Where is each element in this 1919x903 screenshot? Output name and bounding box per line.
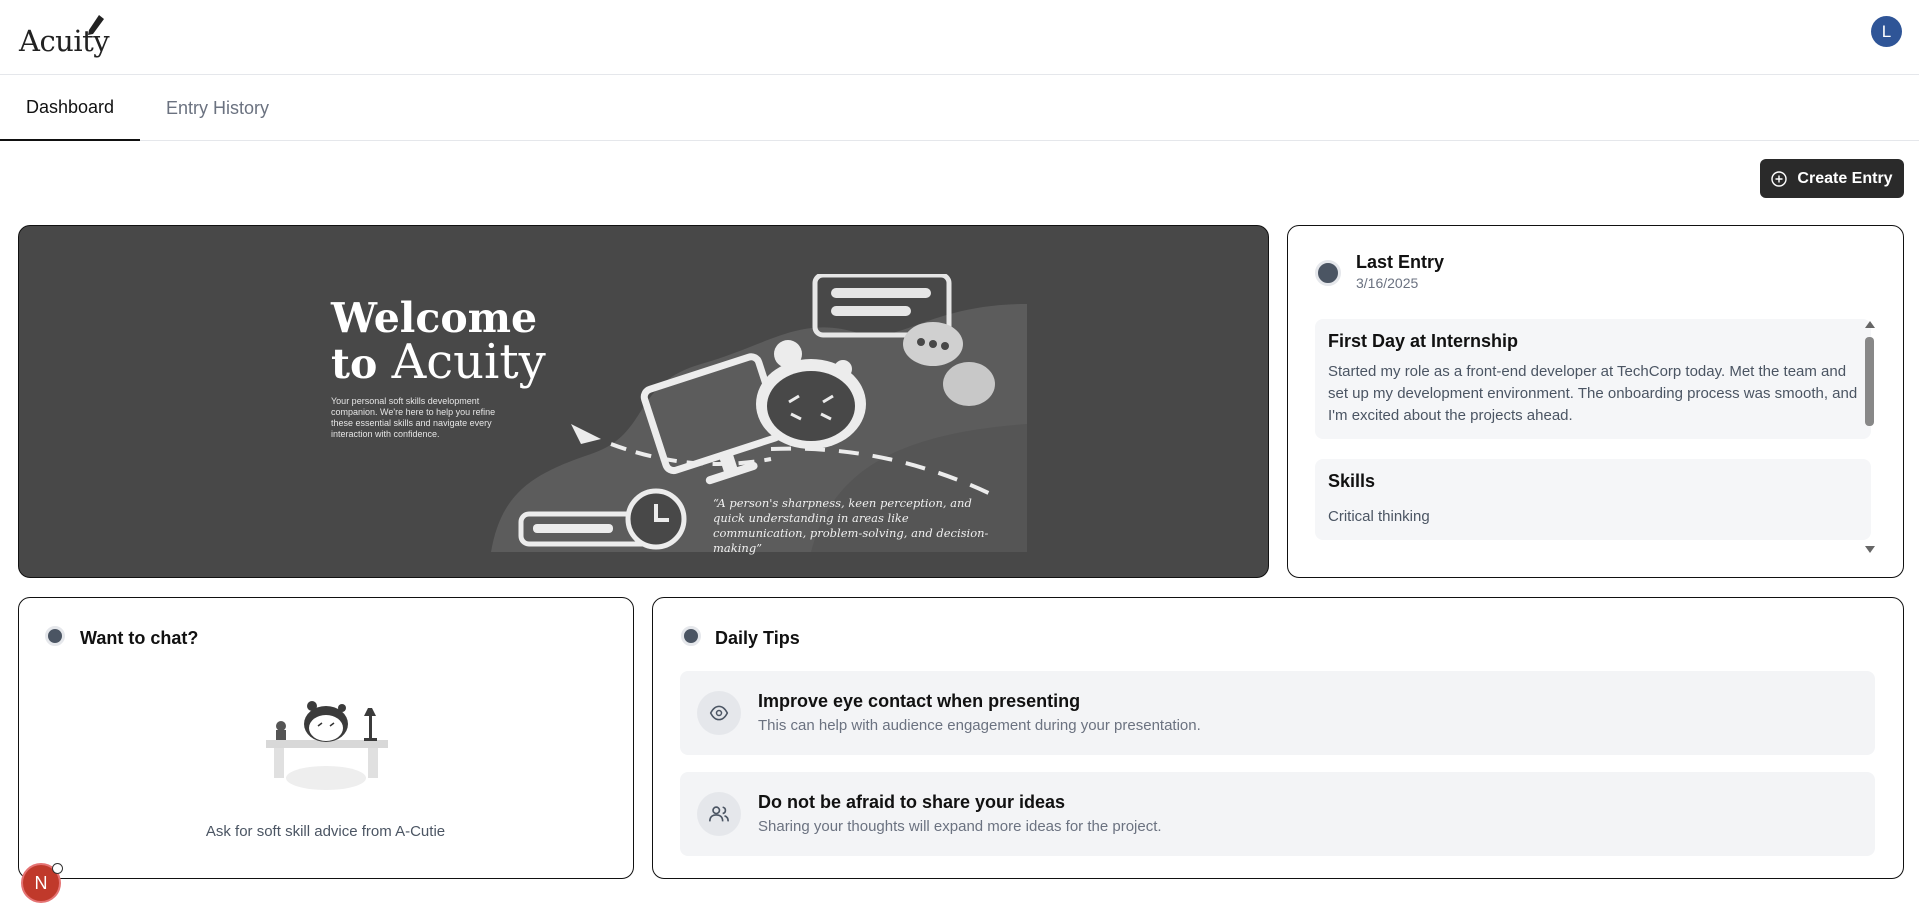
tab-entry-history[interactable]: Entry History bbox=[166, 75, 269, 141]
chat-title: Want to chat? bbox=[80, 628, 199, 648]
scroll-up-arrow-icon[interactable] bbox=[1865, 321, 1875, 328]
tip-title: Improve eye contact when presenting bbox=[758, 691, 1081, 711]
create-entry-button[interactable]: Create Entry bbox=[1760, 159, 1904, 198]
entry-title: First Day at Internship bbox=[1328, 331, 1519, 351]
user-avatar[interactable]: L bbox=[1871, 16, 1902, 47]
tip-description: Sharing your thoughts will expand more i… bbox=[758, 818, 1162, 835]
top-bar: Acuity L bbox=[0, 0, 1919, 75]
daily-tips-card: Daily Tips Improve eye contact when pres… bbox=[652, 597, 1904, 879]
tips-status-dot bbox=[681, 626, 701, 646]
entry-body: Started my role as a front-end developer… bbox=[1328, 363, 1858, 424]
last-entry-scroll-area[interactable]: First Day at Internship Started my role … bbox=[1315, 319, 1871, 553]
last-entry-status-dot bbox=[1315, 260, 1341, 286]
pen-icon bbox=[88, 15, 104, 35]
tip-item: Improve eye contact when presenting This… bbox=[680, 671, 1875, 755]
chat-card[interactable]: Want to chat? Ask for soft skill advice … bbox=[18, 597, 634, 879]
tips-title: Daily Tips bbox=[715, 628, 800, 648]
main-tabs: Dashboard Entry History bbox=[0, 75, 1919, 141]
hero-description: Your personal soft skills development co… bbox=[331, 396, 496, 439]
skill-item: Critical thinking bbox=[1328, 508, 1430, 525]
chat-status-dot bbox=[45, 626, 65, 646]
last-entry-date: 3/16/2025 bbox=[1356, 275, 1419, 291]
acuity-logo[interactable]: Acuity bbox=[19, 14, 111, 60]
entry-skills: Skills Critical thinking bbox=[1315, 459, 1871, 540]
create-entry-label: Create Entry bbox=[1797, 169, 1893, 187]
users-icon bbox=[697, 792, 741, 836]
tip-title: Do not be afraid to share your ideas bbox=[758, 792, 1066, 812]
tab-dashboard[interactable]: Dashboard bbox=[0, 75, 140, 141]
last-entry-title: Last Entry bbox=[1356, 252, 1445, 272]
eye-icon bbox=[697, 691, 741, 735]
scroll-down-arrow-icon[interactable] bbox=[1865, 546, 1875, 553]
hero-title-brand: to Acuity bbox=[331, 334, 546, 390]
scrollbar[interactable] bbox=[1863, 321, 1875, 553]
tip-item: Do not be afraid to share your ideas Sha… bbox=[680, 772, 1875, 856]
skills-heading: Skills bbox=[1328, 471, 1376, 491]
entry-summary: First Day at Internship Started my role … bbox=[1315, 319, 1871, 439]
notification-dot bbox=[52, 863, 63, 874]
last-entry-card: Last Entry 3/16/2025 First Day at Intern… bbox=[1287, 225, 1904, 578]
hero-quote: “A person's sharpness, keen perception, … bbox=[713, 496, 989, 555]
robot-desk-illustration bbox=[266, 701, 388, 790]
scrollbar-thumb[interactable] bbox=[1865, 337, 1874, 426]
hero-title-to: to bbox=[331, 340, 378, 388]
plus-circle-icon bbox=[1771, 170, 1788, 187]
hero-brand-name: Acuity bbox=[391, 334, 546, 390]
chat-caption: Ask for soft skill advice from A-Cutie bbox=[205, 823, 446, 840]
welcome-banner: Welcome to Acuity Your personal soft ski… bbox=[18, 225, 1269, 578]
tip-description: This can help with audience engagement d… bbox=[758, 717, 1201, 734]
